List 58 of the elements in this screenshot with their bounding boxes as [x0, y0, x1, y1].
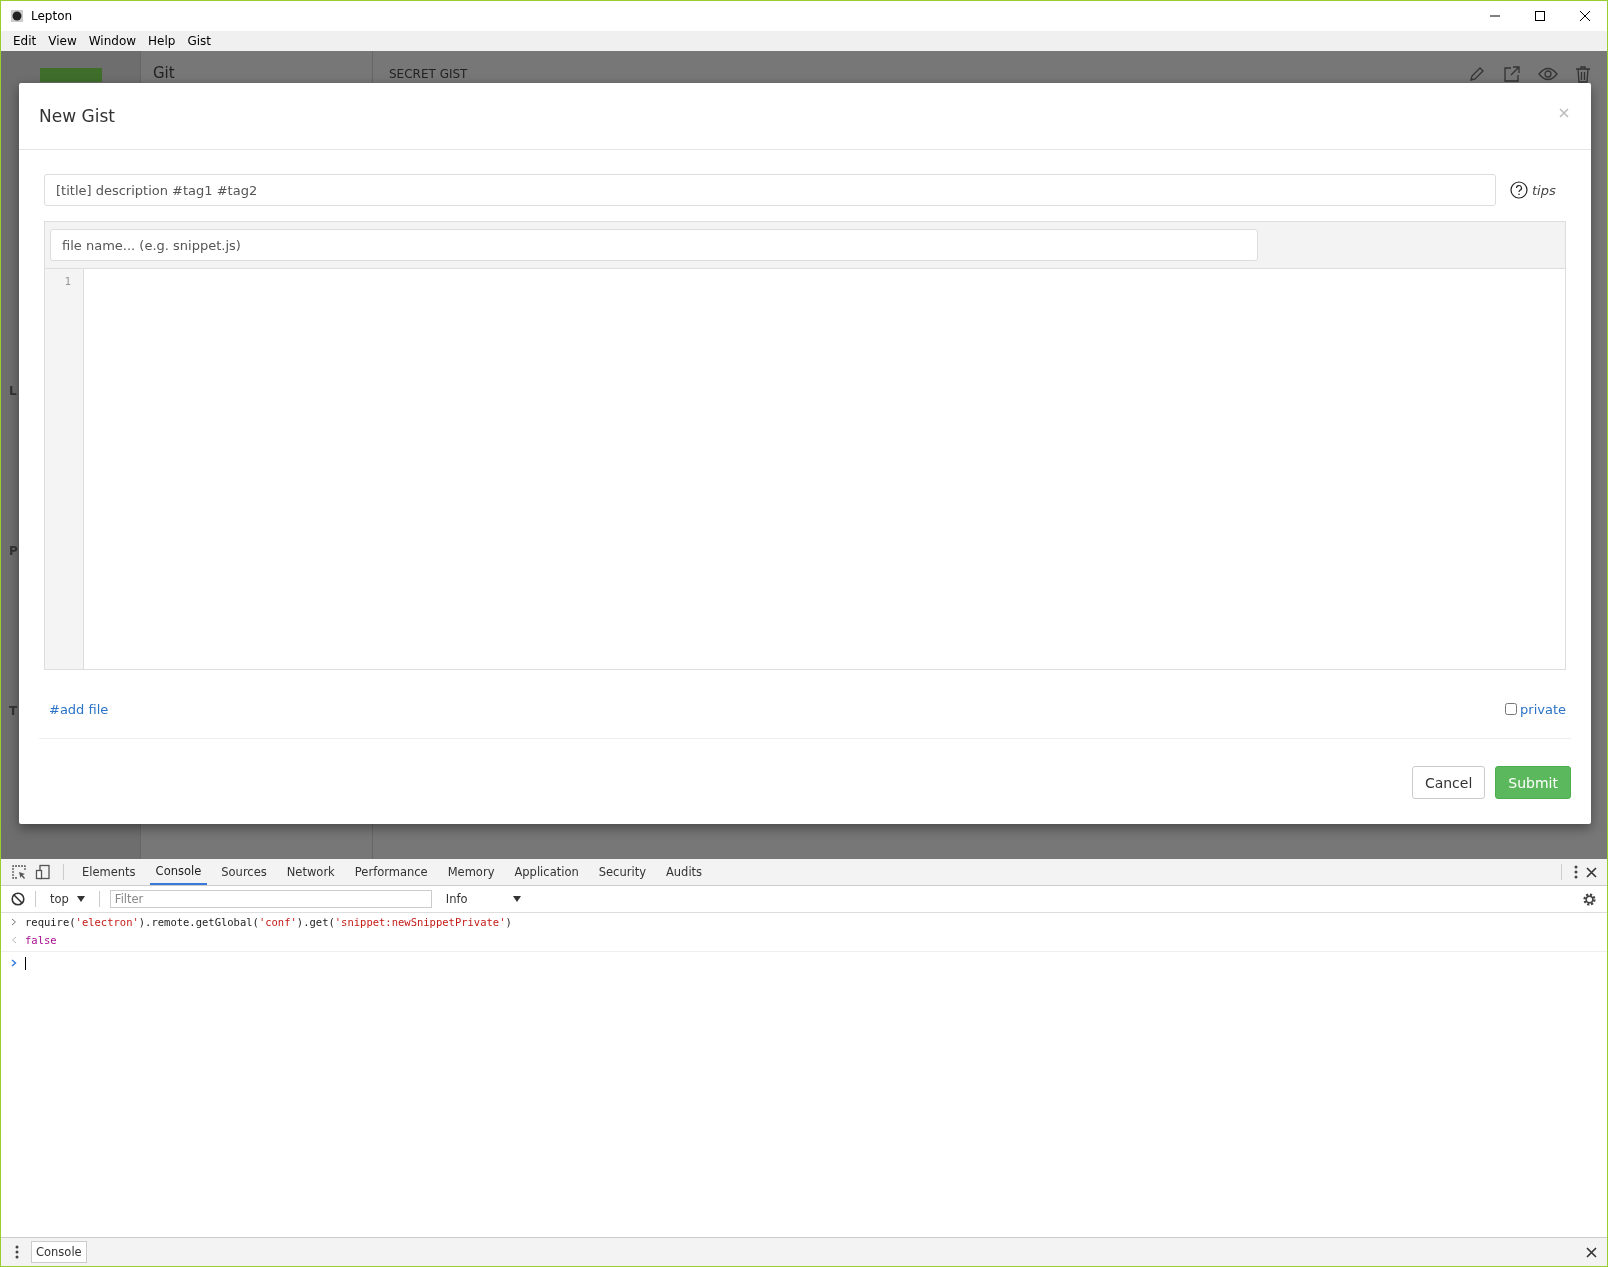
menu-item[interactable]: Edit — [7, 34, 43, 48]
external-link-icon[interactable] — [1503, 65, 1521, 83]
close-icon[interactable] — [1586, 1246, 1597, 1258]
close-icon[interactable] — [1579, 10, 1591, 22]
drawer-tab[interactable]: Console — [31, 1241, 87, 1263]
menu-item[interactable]: View — [42, 34, 83, 48]
line-number: 1 — [64, 275, 71, 288]
menu-item[interactable]: Gist — [181, 34, 217, 48]
more-icon[interactable] — [15, 1245, 19, 1259]
prompt-icon — [11, 918, 17, 926]
sidebar-heading: P — [9, 544, 18, 558]
help-icon[interactable] — [1510, 181, 1528, 199]
gist-label: SECRET GIST — [389, 66, 468, 81]
maximize-icon[interactable] — [1534, 10, 1546, 22]
pencil-icon[interactable] — [1468, 65, 1486, 83]
result-icon — [11, 936, 17, 944]
file-name-field[interactable]: file name... (e.g. snippet.js) — [50, 229, 1258, 261]
inspect-icon[interactable] — [11, 864, 27, 880]
devtools-tab[interactable]: Sources — [215, 859, 273, 885]
tips-link[interactable]: tips — [1532, 182, 1556, 198]
clear-icon[interactable] — [11, 892, 25, 906]
settings-icon[interactable] — [1582, 891, 1597, 907]
level-select[interactable]: Info — [441, 892, 525, 906]
logo-block — [40, 68, 102, 82]
devtools-tab[interactable]: Elements — [76, 859, 142, 885]
list-title: Git — [153, 64, 175, 82]
description-field[interactable]: [title] description #tag1 #tag2 — [44, 174, 1496, 206]
console-result: false — [25, 934, 57, 946]
add-file-link[interactable]: #add file — [49, 701, 109, 717]
caret-icon — [76, 896, 85, 902]
devtools-tab[interactable]: Application — [508, 859, 585, 885]
devtools-tab[interactable]: Security — [592, 859, 652, 885]
private-checkbox[interactable] — [1505, 703, 1518, 715]
console-command: require('electron').remote.getGlobal('conf').get('snippet:newSnippetPrivate') — [25, 916, 512, 928]
text-cursor[interactable] — [25, 956, 26, 970]
devtools-tab[interactable]: Network — [280, 859, 341, 885]
filter-field[interactable]: Filter — [109, 890, 432, 908]
devtools-tab[interactable]: Console — [149, 859, 208, 885]
prompt-icon — [11, 959, 17, 967]
private-label[interactable]: private — [1520, 701, 1566, 717]
app-icon — [11, 10, 23, 22]
device-icon[interactable] — [35, 864, 51, 880]
caret-icon — [512, 896, 521, 902]
menu-item[interactable]: Window — [82, 34, 143, 48]
cancel-button[interactable]: Cancel — [1411, 766, 1486, 799]
devtools-tab[interactable]: Audits — [659, 859, 709, 885]
close-icon[interactable] — [1586, 866, 1597, 878]
menu-item[interactable]: Help — [142, 34, 182, 48]
context-select[interactable]: top — [46, 892, 89, 906]
sidebar-heading: T — [9, 704, 18, 718]
more-icon[interactable] — [1574, 865, 1578, 879]
dialog-title: New Gist — [39, 106, 115, 126]
sidebar-heading: L — [9, 384, 17, 398]
trash-icon[interactable] — [1575, 65, 1591, 83]
devtools-tab[interactable]: Memory — [441, 859, 501, 885]
eye-icon[interactable] — [1538, 67, 1558, 81]
devtools-tab[interactable]: Performance — [348, 859, 434, 885]
window-title: Lepton — [31, 9, 73, 23]
